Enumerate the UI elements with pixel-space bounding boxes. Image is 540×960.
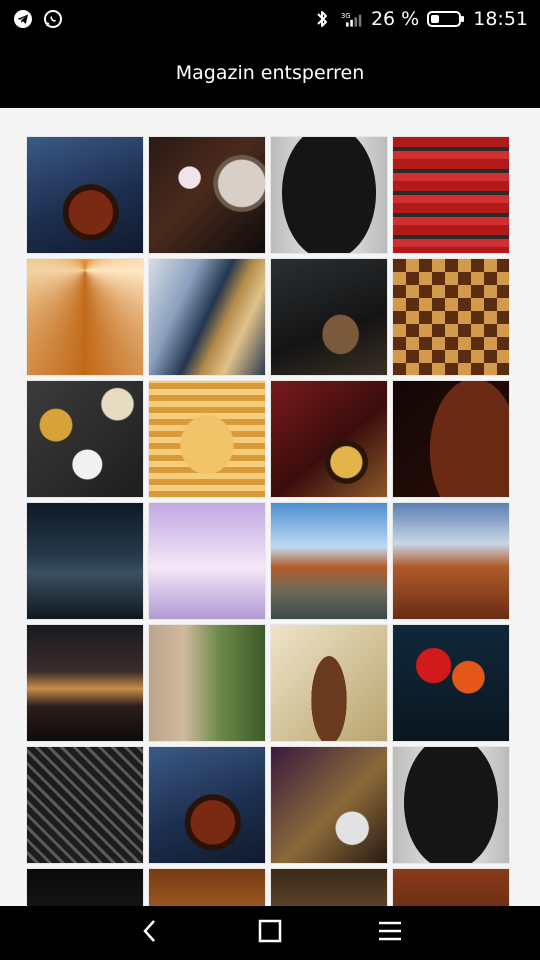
menu-button[interactable] [330, 906, 450, 960]
gallery-thumbnail[interactable] [392, 868, 510, 906]
gallery-thumbnail[interactable] [26, 746, 144, 864]
telegram-icon [12, 8, 34, 30]
image-grid [26, 136, 514, 906]
page-header: Magazin entsperren [0, 38, 540, 108]
gallery-thumbnail[interactable] [148, 258, 266, 376]
svg-text:3G: 3G [341, 12, 351, 20]
gallery-thumbnail[interactable] [392, 258, 510, 376]
gallery-thumbnail[interactable] [270, 380, 388, 498]
gallery-thumbnail[interactable] [148, 746, 266, 864]
home-icon [257, 918, 283, 948]
gallery-thumbnail[interactable] [148, 624, 266, 742]
gallery-thumbnail[interactable] [270, 868, 388, 906]
gallery-thumbnail[interactable] [270, 136, 388, 254]
page-title: Magazin entsperren [175, 62, 365, 84]
back-button[interactable] [90, 906, 210, 960]
gallery-thumbnail[interactable] [26, 868, 144, 906]
gallery-thumbnail[interactable] [148, 380, 266, 498]
gallery-thumbnail[interactable] [270, 624, 388, 742]
gallery-thumbnail[interactable] [148, 502, 266, 620]
gallery-thumbnail[interactable] [26, 624, 144, 742]
gallery-thumbnail[interactable] [26, 380, 144, 498]
gallery-thumbnail[interactable] [392, 746, 510, 864]
gallery-thumbnail[interactable] [148, 868, 266, 906]
signal-3g-icon: 3G [341, 8, 363, 30]
gallery-thumbnail[interactable] [270, 502, 388, 620]
status-left-icons [12, 8, 64, 30]
gallery-thumbnail[interactable] [148, 136, 266, 254]
status-right-icons: 3G 26 % 18:51 [311, 8, 528, 30]
battery-percent: 26 % [370, 8, 420, 30]
back-icon [140, 918, 160, 948]
bluetooth-icon [311, 8, 333, 30]
whatsapp-icon [42, 8, 64, 30]
menu-icon [376, 918, 404, 948]
gallery-thumbnail[interactable] [270, 258, 388, 376]
gallery-thumbnail[interactable] [26, 136, 144, 254]
gallery-thumbnail[interactable] [26, 502, 144, 620]
gallery-thumbnail[interactable] [392, 502, 510, 620]
gallery-thumbnail[interactable] [392, 624, 510, 742]
status-bar: 3G 26 % 18:51 [0, 0, 540, 38]
gallery-thumbnail[interactable] [270, 746, 388, 864]
battery-icon [427, 8, 465, 30]
gallery-thumbnail[interactable] [392, 380, 510, 498]
gallery-thumbnail[interactable] [26, 258, 144, 376]
gallery-thumbnail[interactable] [392, 136, 510, 254]
home-button[interactable] [210, 906, 330, 960]
clock: 18:51 [473, 8, 528, 30]
navigation-bar [0, 906, 540, 960]
gallery-area[interactable] [0, 108, 540, 906]
